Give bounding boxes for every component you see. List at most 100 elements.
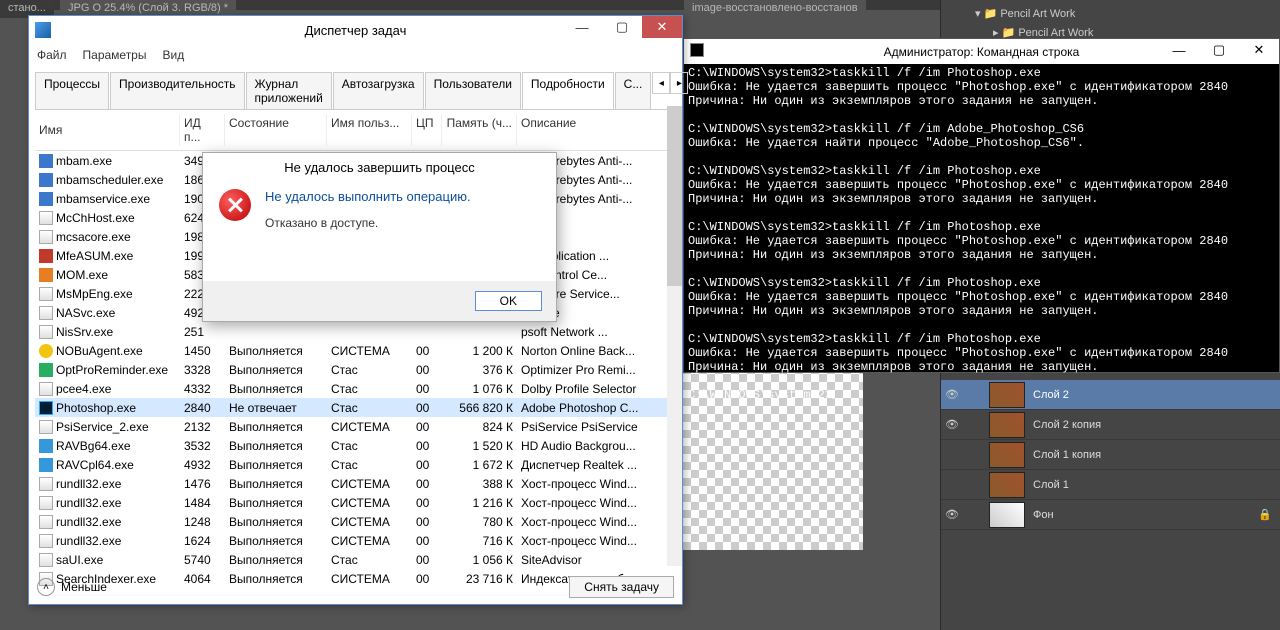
process-row[interactable]: NisSrv.exe251psoft Network ... <box>35 322 676 341</box>
process-pid: 1484 <box>180 496 225 510</box>
process-row[interactable]: RAVCpl64.exe4932ВыполняетсяСтас001 672 К… <box>35 455 676 474</box>
layer-thumb <box>989 502 1025 528</box>
fewer-details-button[interactable]: ˄ Меньше <box>37 578 107 596</box>
tab-1[interactable]: Производительность <box>110 72 244 109</box>
tab-2[interactable]: Журнал приложений <box>246 72 332 109</box>
process-row[interactable]: PsiService_2.exe2132ВыполняетсяСИСТЕМА00… <box>35 417 676 436</box>
process-icon <box>39 268 53 282</box>
cmd-max-button[interactable]: ▢ <box>1199 39 1239 61</box>
process-desc: Хост-процесс Wind... <box>517 515 672 529</box>
layer-group-1[interactable]: ▾ 📁 Pencil Art Work <box>953 4 1268 23</box>
layer-row[interactable]: 👁Фон🔒 <box>941 500 1280 530</box>
process-icon <box>39 173 53 187</box>
error-main-text: Не удалось выполнить операцию. <box>265 189 471 204</box>
col-desc[interactable]: Описание <box>517 114 672 146</box>
layer-row[interactable]: Слой 1 копия <box>941 440 1280 470</box>
col-pid[interactable]: ИД п... <box>180 114 225 146</box>
error-dialog: Не удалось завершить процесс Не удалось … <box>202 152 557 322</box>
process-icon <box>39 344 53 358</box>
layer-row[interactable]: 👁 Слой 2 копия <box>941 410 1280 440</box>
col-state[interactable]: Состояние <box>225 114 327 146</box>
process-user: Стас <box>327 439 412 453</box>
process-row[interactable]: rundll32.exe1484ВыполняетсяСИСТЕМА001 21… <box>35 493 676 512</box>
tab-0[interactable]: Процессы <box>35 72 109 109</box>
error-title[interactable]: Не удалось завершить процесс <box>203 153 556 181</box>
layer-row[interactable]: Слой 1 <box>941 470 1280 500</box>
tab-4[interactable]: Пользователи <box>425 72 521 109</box>
process-row[interactable]: saUI.exe5740ВыполняетсяСтас001 056 КSite… <box>35 550 676 569</box>
process-state: Выполняется <box>225 553 327 567</box>
cmd-output[interactable]: C:\WINDOWS\system32>taskkill /f /im Phot… <box>684 64 1279 404</box>
process-row[interactable]: Photoshop.exe2840Не отвечаетСтас00566 82… <box>35 398 676 417</box>
layer-label: Слой 1 <box>1029 479 1280 491</box>
taskmgr-titlebar[interactable]: Диспетчер задач — ▢ ✕ <box>29 16 682 44</box>
process-icon <box>39 287 53 301</box>
tab-3[interactable]: Автозагрузка <box>333 72 424 109</box>
process-icon <box>39 325 53 339</box>
process-desc: psoft Network ... <box>517 325 672 339</box>
cmd-min-button[interactable]: — <box>1159 39 1199 61</box>
layer-label: Слой 2 копия <box>1029 419 1280 431</box>
process-icon <box>39 534 53 548</box>
process-state: Выполняется <box>225 496 327 510</box>
process-mem: 716 К <box>442 534 517 548</box>
process-icon <box>39 496 53 510</box>
layer-thumb <box>989 442 1025 468</box>
process-name: NOBuAgent.exe <box>56 344 143 358</box>
process-user: Стас <box>327 401 412 415</box>
visibility-icon[interactable]: 👁 <box>941 508 963 521</box>
taskmgr-tabs: ПроцессыПроизводительностьЖурнал приложе… <box>35 72 676 110</box>
col-user[interactable]: Имя польз... <box>327 114 412 146</box>
process-user: СИСТЕМА <box>327 344 412 358</box>
process-desc: Norton Online Back... <box>517 344 672 358</box>
process-cpu: 00 <box>412 344 442 358</box>
process-pid: 1450 <box>180 344 225 358</box>
taskmgr-max-button[interactable]: ▢ <box>602 16 642 38</box>
process-desc: HD Audio Backgrou... <box>517 439 672 453</box>
process-icon <box>39 439 53 453</box>
ok-button[interactable]: OK <box>475 291 542 311</box>
process-cpu: 00 <box>412 553 442 567</box>
tab-6[interactable]: С... <box>615 72 652 109</box>
col-mem[interactable]: Память (ч... <box>442 114 517 146</box>
process-name: rundll32.exe <box>56 534 121 548</box>
process-desc: Хост-процесс Wind... <box>517 496 672 510</box>
end-task-button[interactable]: Снять задачу <box>569 576 674 598</box>
process-row[interactable]: rundll32.exe1248ВыполняетсяСИСТЕМА00780 … <box>35 512 676 531</box>
process-state: Выполняется <box>225 363 327 377</box>
taskmgr-close-button[interactable]: ✕ <box>642 16 682 38</box>
taskmgr-min-button[interactable]: — <box>562 16 602 38</box>
process-name: Photoshop.exe <box>56 401 136 415</box>
process-row[interactable]: rundll32.exe1624ВыполняетсяСИСТЕМА00716 … <box>35 531 676 550</box>
cmd-titlebar[interactable]: Администратор: Командная строка — ▢ ✕ <box>684 39 1279 64</box>
process-user: Стас <box>327 363 412 377</box>
process-row[interactable]: RAVBg64.exe3532ВыполняетсяСтас001 520 КH… <box>35 436 676 455</box>
scrollbar-thumb[interactable] <box>667 106 682 286</box>
col-cpu[interactable]: ЦП <box>412 114 442 146</box>
process-row[interactable]: NOBuAgent.exe1450ВыполняетсяСИСТЕМА001 2… <box>35 341 676 360</box>
menu-view[interactable]: Вид <box>162 48 184 62</box>
process-user: СИСТЕМА <box>327 496 412 510</box>
cmd-title-text: Администратор: Командная строка <box>884 45 1080 59</box>
tab-nav-left[interactable]: ◂ <box>652 72 670 94</box>
visibility-icon[interactable]: 👁 <box>941 418 963 431</box>
menu-file[interactable]: Файл <box>37 48 67 62</box>
tab-5[interactable]: Подробности <box>522 72 614 109</box>
ps-doc-tab-restored[interactable]: image-восстановлено-восстанов <box>684 0 866 18</box>
process-desc: Adobe Photoshop C... <box>517 401 672 415</box>
process-name: RAVBg64.exe <box>56 439 131 453</box>
process-row[interactable]: rundll32.exe1476ВыполняетсяСИСТЕМА00388 … <box>35 474 676 493</box>
process-name: OptProReminder.exe <box>56 363 168 377</box>
error-sub-text: Отказано в доступе. <box>265 216 471 230</box>
col-name[interactable]: Имя <box>35 114 180 146</box>
process-mem: 1 216 К <box>442 496 517 510</box>
cmd-close-button[interactable]: ✕ <box>1239 39 1279 61</box>
process-name: MsMpEng.exe <box>56 287 133 301</box>
process-row[interactable]: OptProReminder.exe3328ВыполняетсяСтас003… <box>35 360 676 379</box>
process-pid: 1624 <box>180 534 225 548</box>
process-mem: 1 672 К <box>442 458 517 472</box>
menu-options[interactable]: Параметры <box>83 48 147 62</box>
tab-nav-right[interactable]: ▸ <box>670 72 688 94</box>
process-row[interactable]: pcee4.exe4332ВыполняетсяСтас001 076 КDol… <box>35 379 676 398</box>
process-user: Стас <box>327 458 412 472</box>
